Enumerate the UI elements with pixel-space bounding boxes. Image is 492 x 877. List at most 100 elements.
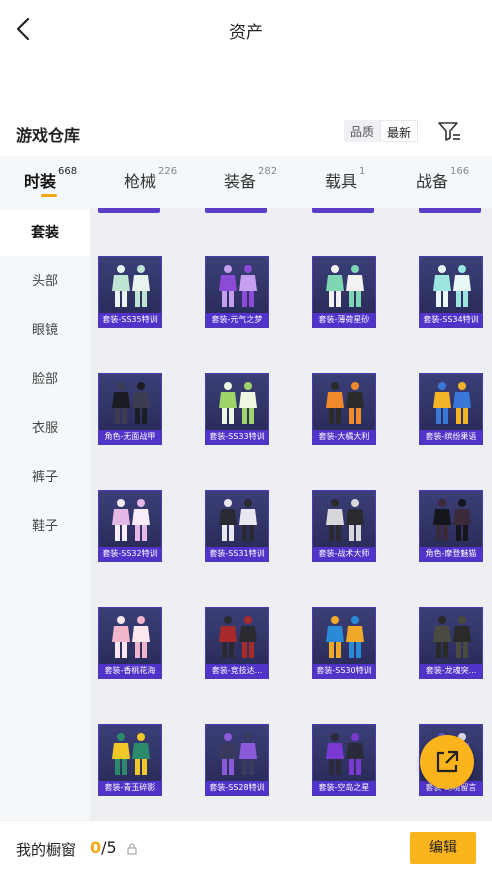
tab-count: 166 xyxy=(450,166,470,177)
item-card[interactable]: 套装-SS35特训 xyxy=(98,256,162,328)
item-card[interactable]: 套装-缤纷果语 xyxy=(419,373,483,445)
outfit-illustration xyxy=(326,733,364,775)
item-image xyxy=(313,608,375,664)
outfit-illustration xyxy=(433,616,471,658)
item-image xyxy=(206,725,268,781)
outfit-illustration xyxy=(219,499,257,541)
item-label: 套装-SS35特训 xyxy=(99,313,161,327)
tab-count: 1 xyxy=(359,166,366,177)
item-card[interactable]: 套装-空岛之星 xyxy=(312,724,376,796)
tab-label: 战备 xyxy=(416,172,449,191)
item-label: 套装-SS30特训 xyxy=(313,664,375,678)
outfit-illustration xyxy=(112,382,150,424)
item-card[interactable]: 套装-竞技达... xyxy=(205,607,269,679)
outfit-illustration xyxy=(326,265,364,307)
category-tabs: 时装668 枪械226 装备282 载具1 战备166 xyxy=(0,156,492,208)
outfit-illustration xyxy=(433,499,471,541)
outfit-illustration xyxy=(112,616,150,658)
outfit-illustration xyxy=(433,382,471,424)
outfit-illustration xyxy=(112,265,150,307)
item-card[interactable]: 套装-元气之梦 xyxy=(205,256,269,328)
item-image xyxy=(206,608,268,664)
tab-equipment[interactable]: 装备282 xyxy=(224,166,277,192)
item-image xyxy=(206,491,268,547)
edit-button[interactable]: 编辑 xyxy=(410,832,476,864)
tab-count: 226 xyxy=(158,166,178,177)
share-button[interactable] xyxy=(420,735,474,789)
outfit-illustration xyxy=(326,499,364,541)
item-label: 套装-空岛之星 xyxy=(313,781,375,795)
outfit-illustration xyxy=(219,616,257,658)
filter-icon[interactable] xyxy=(436,118,462,144)
item-card[interactable]: 套装-薄荷星砂 xyxy=(312,256,376,328)
sidebar-item-head[interactable]: 头部 xyxy=(0,259,90,305)
item-card[interactable]: 角色-无面战甲 xyxy=(98,373,162,445)
item-label: 套装-元气之梦 xyxy=(206,313,268,327)
partial-card[interactable] xyxy=(312,208,374,213)
item-label: 套装-薄荷星砂 xyxy=(313,313,375,327)
showcase-current: 0 xyxy=(90,838,102,857)
section-title: 游戏仓库 xyxy=(16,126,81,145)
item-label: 套装-SS31特训 xyxy=(206,547,268,561)
tab-vehicles[interactable]: 载具1 xyxy=(325,166,366,192)
item-label: 角色-无面战甲 xyxy=(99,430,161,444)
item-card[interactable]: 套装-大橘大利 xyxy=(312,373,376,445)
item-card[interactable]: 套装-SS28特训 xyxy=(205,724,269,796)
sort-quality-button[interactable]: 品质 xyxy=(344,120,380,142)
item-label: 套装-SS32特训 xyxy=(99,547,161,561)
active-tab-indicator xyxy=(41,194,57,197)
outfit-illustration xyxy=(112,733,150,775)
item-image xyxy=(99,725,161,781)
tab-label: 时装 xyxy=(24,172,57,191)
item-card[interactable]: 套装-SS31特训 xyxy=(205,490,269,562)
partial-card[interactable] xyxy=(419,208,481,213)
item-label: 套装-SS34特训 xyxy=(420,313,482,327)
item-image xyxy=(313,374,375,430)
item-label: 套装-竞技达... xyxy=(206,664,268,678)
partial-card[interactable] xyxy=(205,208,267,213)
item-label: 套装-青玉碎影 xyxy=(99,781,161,795)
partial-card[interactable] xyxy=(98,208,160,213)
item-image xyxy=(99,257,161,313)
tab-guns[interactable]: 枪械226 xyxy=(124,166,178,192)
item-card[interactable]: 套装-SS32特训 xyxy=(98,490,162,562)
sidebar-item-suits[interactable]: 套装 xyxy=(0,210,90,256)
item-grid[interactable]: 套装-SS35特训 套装-元气之梦 套装-薄荷星砂 套装-SS34特训 角色-无面战甲套… xyxy=(90,208,492,820)
tab-fashion[interactable]: 时装668 xyxy=(24,166,77,192)
item-card[interactable]: 套装-SS33特训 xyxy=(205,373,269,445)
item-card[interactable]: 套装-龙魂突... xyxy=(419,607,483,679)
warehouse-header: 游戏仓库 品质 最新 xyxy=(0,118,492,148)
tab-supplies[interactable]: 战备166 xyxy=(416,166,470,192)
item-card[interactable]: 套装-SS30特训 xyxy=(312,607,376,679)
outfit-illustration xyxy=(326,616,364,658)
tab-label: 枪械 xyxy=(124,172,157,191)
sort-latest-button[interactable]: 最新 xyxy=(380,120,419,142)
item-image xyxy=(206,374,268,430)
item-image xyxy=(99,608,161,664)
item-label: 套装-缤纷果语 xyxy=(420,430,482,444)
item-image xyxy=(420,257,482,313)
item-card[interactable]: 套装-战术大师 xyxy=(312,490,376,562)
sidebar-item-face[interactable]: 脸部 xyxy=(0,357,90,403)
outfit-illustration xyxy=(219,265,257,307)
bottom-bar: 我的橱窗 0/5 编辑 xyxy=(0,820,492,877)
outfit-illustration xyxy=(219,733,257,775)
item-card[interactable]: 套装-青玉碎影 xyxy=(98,724,162,796)
item-card[interactable]: 套装-香桃花海 xyxy=(98,607,162,679)
item-image xyxy=(99,491,161,547)
tab-label: 载具 xyxy=(325,172,358,191)
item-image xyxy=(420,374,482,430)
sidebar-item-glasses[interactable]: 眼镜 xyxy=(0,308,90,354)
item-label: 套装-SS28特训 xyxy=(206,781,268,795)
outfit-illustration xyxy=(433,265,471,307)
sidebar-item-shoes[interactable]: 鞋子 xyxy=(0,504,90,550)
item-label: 套装-香桃花海 xyxy=(99,664,161,678)
page-title: 资产 xyxy=(229,23,263,43)
item-card[interactable]: 套装-SS34特训 xyxy=(419,256,483,328)
external-share-icon xyxy=(436,750,459,773)
sidebar-item-clothes[interactable]: 衣服 xyxy=(0,406,90,452)
outfit-illustration xyxy=(112,499,150,541)
sidebar-item-pants[interactable]: 裤子 xyxy=(0,455,90,501)
item-image xyxy=(420,608,482,664)
item-card[interactable]: 角色-摩登魅猫 xyxy=(419,490,483,562)
